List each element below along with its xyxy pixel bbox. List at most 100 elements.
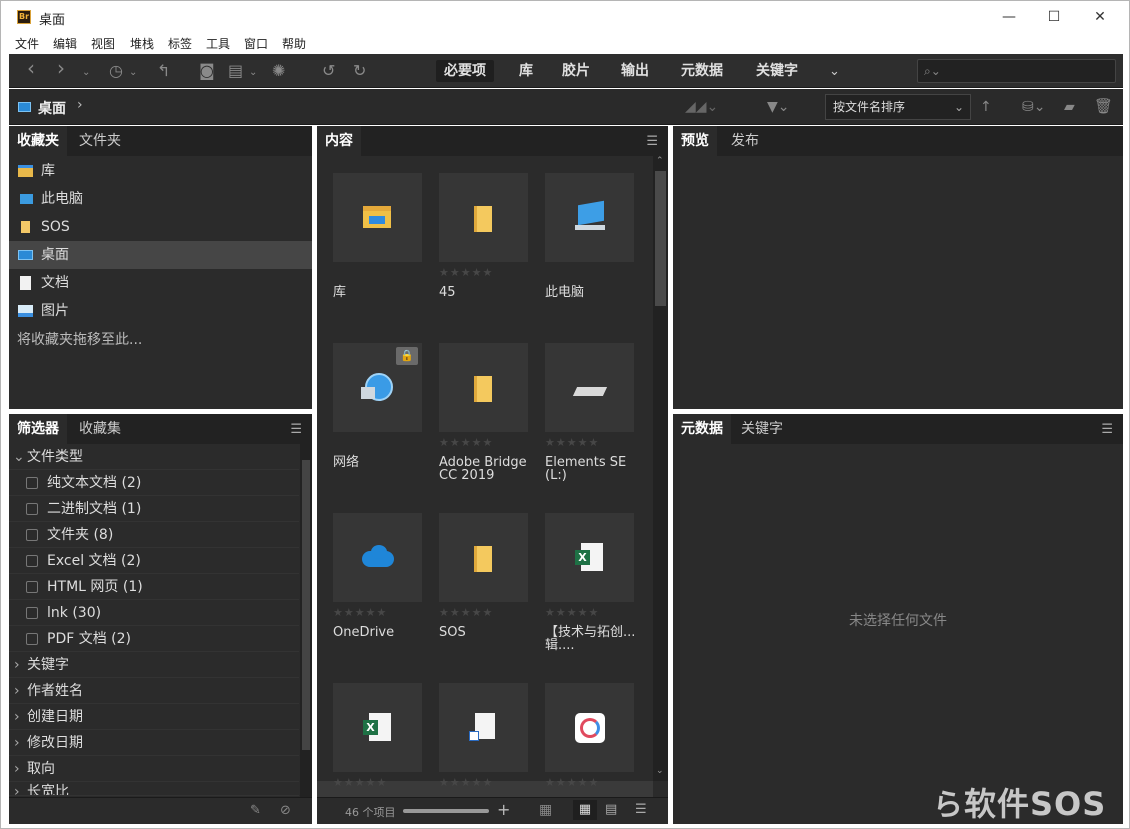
rating-stars[interactable]: ★★★★★ xyxy=(439,266,493,279)
filter-item[interactable]: 纯文本文档 (2) xyxy=(9,470,299,496)
filter-scroll-thumb[interactable] xyxy=(302,460,310,750)
filter-section-aspect-ratio[interactable]: › 长宽比 xyxy=(9,782,299,796)
view-details-icon[interactable]: ▤ xyxy=(605,802,617,817)
checkbox[interactable] xyxy=(26,477,38,489)
quality-icon[interactable]: ◢◢⌄ xyxy=(685,97,718,117)
tab-keywords[interactable]: 关键字 xyxy=(733,414,791,444)
favorite-item-documents[interactable]: 文档 xyxy=(9,269,312,297)
filter-item[interactable]: lnk (30) xyxy=(9,600,299,626)
workspace-library[interactable]: 库 xyxy=(511,60,541,82)
plus-icon[interactable]: + xyxy=(497,800,510,819)
filter-section-keywords[interactable]: › 关键字 xyxy=(9,652,299,678)
filter-item[interactable]: 二进制文档 (1) xyxy=(9,496,299,522)
open-in-camera-raw-icon[interactable]: ✺ xyxy=(272,61,285,81)
thumbnail-image[interactable] xyxy=(545,343,634,432)
thumbnail-size-slider[interactable] xyxy=(403,809,489,813)
rating-stars[interactable]: ★★★★★ xyxy=(333,606,387,619)
workspace-keywords[interactable]: 关键字 xyxy=(748,60,806,82)
recent-icon[interactable]: ◷ xyxy=(109,61,123,81)
favorite-item-desktop[interactable]: 桌面 xyxy=(9,241,312,269)
sort-ascending-icon[interactable]: ↑ xyxy=(980,97,992,117)
back-icon[interactable]: ‹ xyxy=(27,58,35,78)
rating-stars[interactable]: ★★★★★ xyxy=(439,606,493,619)
menu-tools[interactable]: 工具 xyxy=(206,35,230,52)
path-chevron-icon[interactable]: › xyxy=(77,97,83,113)
content-scroll-thumb[interactable] xyxy=(655,171,666,306)
sort-dropdown[interactable]: 按文件名排序 ⌄ xyxy=(825,94,971,120)
thumbnail-image[interactable] xyxy=(545,173,634,262)
thumbnail-image[interactable] xyxy=(439,343,528,432)
checkbox[interactable] xyxy=(26,607,38,619)
tab-favorites[interactable]: 收藏夹 xyxy=(9,126,67,156)
search-input[interactable]: ⌕⌄ xyxy=(917,59,1116,83)
panel-menu-icon[interactable]: ☰ xyxy=(1101,422,1113,437)
panel-menu-icon[interactable]: ☰ xyxy=(646,134,658,149)
filter-section-orientation[interactable]: › 取向 xyxy=(9,756,299,782)
filter-group-file-type[interactable]: ⌄ 文件类型 xyxy=(9,444,299,470)
grid-lock-icon[interactable]: ▦ xyxy=(539,802,552,818)
checkbox[interactable] xyxy=(26,503,38,515)
chevron-down-icon[interactable]: ⌄ xyxy=(249,63,257,83)
thumbnail-image[interactable]: X xyxy=(333,683,422,772)
favorite-item-sos[interactable]: SOS xyxy=(9,213,312,241)
rating-stars[interactable]: ★★★★★ xyxy=(439,436,493,449)
chevron-down-icon[interactable]: ⌄ xyxy=(129,63,137,83)
menu-edit[interactable]: 编辑 xyxy=(53,35,77,52)
tab-filter[interactable]: 筛选器 xyxy=(9,414,67,444)
menu-file[interactable]: 文件 xyxy=(15,35,39,52)
workspace-essentials[interactable]: 必要项 xyxy=(436,60,494,82)
rating-stars[interactable]: ★★★★★ xyxy=(545,436,599,449)
trash-icon[interactable]: 🗑 xyxy=(1094,96,1113,116)
checkbox[interactable] xyxy=(26,633,38,645)
checkbox[interactable] xyxy=(26,581,38,593)
checkbox[interactable] xyxy=(26,529,38,541)
favorite-item-library[interactable]: 库 xyxy=(9,157,312,185)
filter-section-author[interactable]: › 作者姓名 xyxy=(9,678,299,704)
tab-publish[interactable]: 发布 xyxy=(723,126,767,156)
rotate-left-icon[interactable]: ↺ xyxy=(322,61,335,81)
thumbnail-image[interactable] xyxy=(333,513,422,602)
thumbnail-image[interactable] xyxy=(545,683,634,772)
thumbnail-image[interactable] xyxy=(333,173,422,262)
menu-window[interactable]: 窗口 xyxy=(244,35,268,52)
filter-section-date-created[interactable]: › 创建日期 xyxy=(9,704,299,730)
chevron-down-icon[interactable]: ⌄ xyxy=(82,63,90,83)
menu-stack[interactable]: 堆栈 xyxy=(130,35,154,52)
thumbnail-image[interactable] xyxy=(439,513,528,602)
favorite-item-this-pc[interactable]: 此电脑 xyxy=(9,185,312,213)
path-current[interactable]: 桌面 xyxy=(38,98,66,118)
minimize-button[interactable]: — xyxy=(986,5,1032,29)
tab-folders[interactable]: 文件夹 xyxy=(71,126,129,156)
menu-help[interactable]: 帮助 xyxy=(282,35,306,52)
new-folder-icon[interactable]: ▰ xyxy=(1064,97,1075,117)
filter-item[interactable]: HTML 网页 (1) xyxy=(9,574,299,600)
filter-item[interactable]: Excel 文档 (2) xyxy=(9,548,299,574)
camera-icon[interactable]: ◙ xyxy=(199,61,215,81)
maximize-button[interactable]: ☐ xyxy=(1031,5,1077,29)
thumbnail-image[interactable] xyxy=(439,683,528,772)
panel-menu-icon[interactable]: ☰ xyxy=(290,422,302,437)
pin-icon[interactable]: ✎ xyxy=(250,803,261,818)
thumbnail-image[interactable] xyxy=(439,173,528,262)
recent-folders-icon[interactable]: ⛁⌄ xyxy=(1022,97,1045,117)
tab-preview[interactable]: 预览 xyxy=(673,126,717,156)
scroll-down-icon[interactable]: ⌄ xyxy=(656,766,664,776)
workspace-output[interactable]: 输出 xyxy=(613,60,657,82)
scroll-up-icon[interactable]: ⌃ xyxy=(656,156,664,166)
rotate-right-icon[interactable]: ↻ xyxy=(353,61,366,81)
return-icon[interactable]: ↰ xyxy=(157,61,170,81)
menu-label[interactable]: 标签 xyxy=(168,35,192,52)
favorite-item-pictures[interactable]: 图片 xyxy=(9,297,312,325)
tab-collections[interactable]: 收藏集 xyxy=(71,414,129,444)
rating-stars[interactable]: ★★★★★ xyxy=(545,776,599,789)
thumbnail-image[interactable]: 🔒 xyxy=(333,343,422,432)
workspace-more-icon[interactable]: ⌄ xyxy=(829,62,840,82)
menu-view[interactable]: 视图 xyxy=(91,35,115,52)
close-button[interactable]: ✕ xyxy=(1077,5,1123,29)
filter-section-date-modified[interactable]: › 修改日期 xyxy=(9,730,299,756)
rating-stars[interactable]: ★★★★★ xyxy=(439,776,493,789)
workspace-filmstrip[interactable]: 胶片 xyxy=(554,60,598,82)
rating-stars[interactable]: ★★★★★ xyxy=(333,776,387,789)
checkbox[interactable] xyxy=(26,555,38,567)
forward-icon[interactable]: › xyxy=(57,58,65,78)
